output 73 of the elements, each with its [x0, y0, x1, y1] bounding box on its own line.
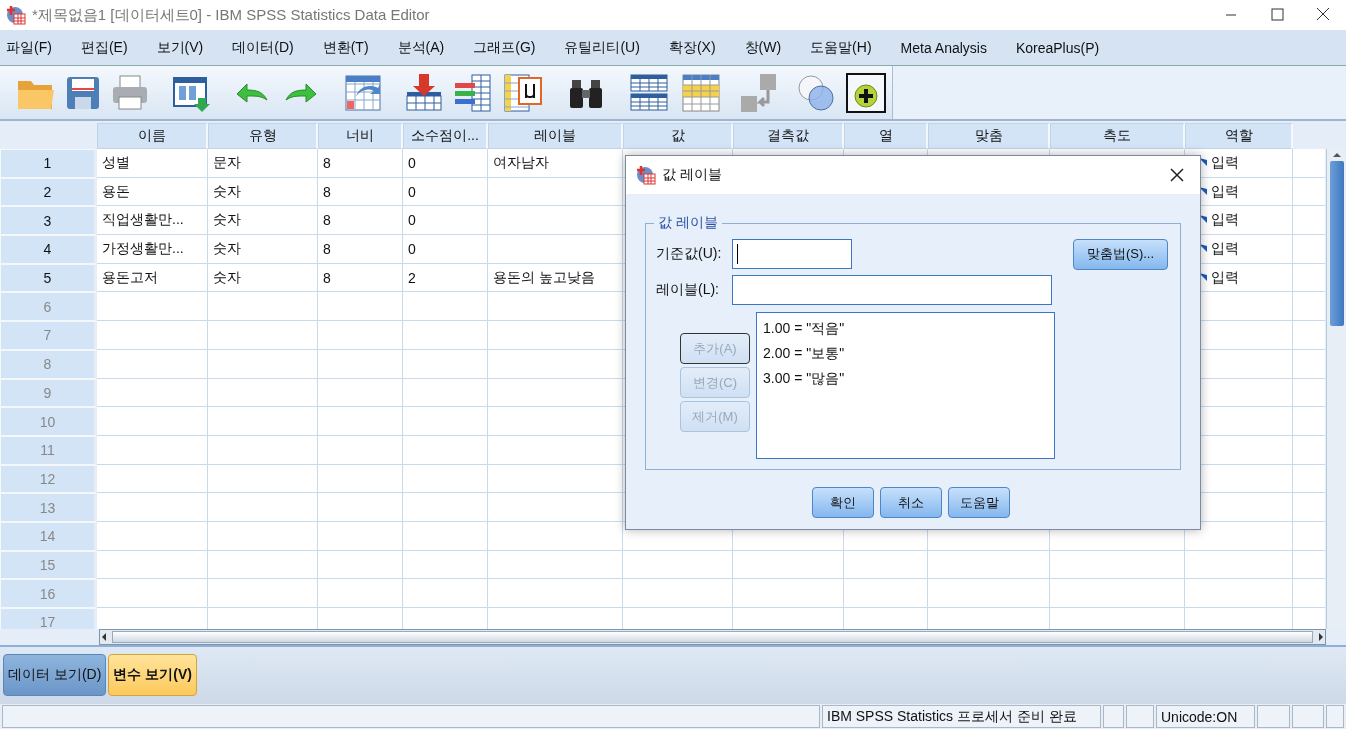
- table-cell: 가정생활만...: [97, 235, 208, 264]
- column-header[interactable]: 유형: [208, 123, 318, 149]
- menu-item[interactable]: 창(W): [744, 38, 799, 57]
- column-header[interactable]: 값: [623, 123, 733, 149]
- role-text: 입력: [1211, 268, 1239, 287]
- table-cell: 0: [403, 149, 488, 178]
- table-cell: 숫자: [208, 235, 318, 264]
- menu-item[interactable]: 분석(A): [397, 38, 462, 57]
- field-label: 기준값(U):: [656, 245, 723, 263]
- view-tab[interactable]: 데이터 보기(D): [3, 654, 107, 696]
- list-item[interactable]: 1.00 = "적음": [763, 316, 1048, 341]
- row-header[interactable]: 3: [0, 206, 97, 236]
- table-cell: 8: [318, 177, 403, 207]
- table-cell: 0: [403, 206, 488, 236]
- column-header[interactable]: 소수점이...: [403, 123, 488, 149]
- row-header[interactable]: 1: [0, 149, 97, 178]
- menu-item[interactable]: Meta Analysis: [900, 39, 1004, 56]
- menu-item[interactable]: 유틸리티(U): [564, 38, 657, 57]
- table-cell: 문자: [208, 149, 318, 178]
- dialog-button[interactable]: 취소: [880, 487, 942, 518]
- menu-item[interactable]: 도움말(H): [810, 38, 889, 57]
- dialog-button[interactable]: 확인: [812, 487, 874, 518]
- column-header[interactable]: 열: [844, 123, 928, 149]
- table-cell: 숫자: [208, 263, 318, 293]
- table-cell: 0: [403, 235, 488, 264]
- menu-item[interactable]: 파일(F): [6, 38, 69, 57]
- column-header[interactable]: 이름: [97, 123, 208, 149]
- table-cell: 8: [318, 235, 403, 264]
- role-text: 입력: [1211, 182, 1239, 201]
- menu-item[interactable]: 변환(T): [322, 38, 386, 57]
- column-header[interactable]: 레이블: [488, 123, 623, 149]
- table-cell: 용돈: [97, 177, 208, 207]
- menu-item[interactable]: 그래프(G): [473, 38, 553, 57]
- table-cell: 성별: [97, 149, 208, 178]
- column-header[interactable]: 결측값: [733, 123, 844, 149]
- window-title: *제목없음1 [데이터세트0] - IBM SPSS Statistics Data Editor: [32, 5, 431, 25]
- field-label: 레이블(L):: [656, 281, 720, 299]
- role-text: 입력: [1211, 153, 1239, 172]
- menu-item[interactable]: 데이터(D): [232, 38, 311, 57]
- column-header[interactable]: 너비: [318, 123, 403, 149]
- encoding-status: Unicode:ON: [1156, 705, 1255, 728]
- menu-item[interactable]: KoreaPlus(P): [1015, 39, 1117, 56]
- table-cell: 8: [318, 206, 403, 236]
- table-cell: 숫자: [208, 206, 318, 236]
- menu-item[interactable]: 확장(X): [668, 38, 733, 57]
- value-label-list[interactable]: 1.00 = "적음" 2.00 = "보통" 3.00 = "많음": [756, 312, 1055, 459]
- table-cell: 용돈의 높고낮음: [488, 263, 623, 293]
- table-cell: 2: [403, 263, 488, 293]
- menu-item[interactable]: 보기(V): [156, 38, 221, 57]
- column-header[interactable]: 측도: [1050, 123, 1185, 149]
- list-item[interactable]: 2.00 = "보통": [763, 341, 1048, 366]
- row-header[interactable]: 5: [0, 263, 97, 293]
- table-cell: 0: [403, 177, 488, 207]
- status-message: IBM SPSS Statistics 프로세서 준비 완료: [822, 705, 1101, 728]
- column-header[interactable]: 맞춤: [928, 123, 1050, 149]
- group-title: 값 레이블: [657, 214, 719, 232]
- role-text: 입력: [1211, 211, 1239, 230]
- table-cell: 용돈고저: [97, 263, 208, 293]
- menu-item[interactable]: 편집(E): [80, 38, 145, 57]
- dialog-button[interactable]: 도움말: [948, 487, 1010, 518]
- table-cell: 숫자: [208, 177, 318, 207]
- row-header[interactable]: 2: [0, 177, 97, 207]
- row-header[interactable]: 4: [0, 235, 97, 264]
- table-cell: 8: [318, 263, 403, 293]
- list-item[interactable]: 3.00 = "많음": [763, 366, 1048, 391]
- role-text: 입력: [1211, 239, 1239, 258]
- table-cell: 8: [318, 149, 403, 178]
- table-cell: 여자남자: [488, 149, 623, 178]
- table-cell: 직업생활만...: [97, 206, 208, 236]
- spelling-button[interactable]: 맞춤법(S)...: [1073, 238, 1168, 270]
- view-tab[interactable]: 변수 보기(V): [108, 654, 197, 696]
- dialog-title: 값 레이블: [662, 166, 723, 184]
- column-header[interactable]: 역할: [1185, 123, 1293, 149]
